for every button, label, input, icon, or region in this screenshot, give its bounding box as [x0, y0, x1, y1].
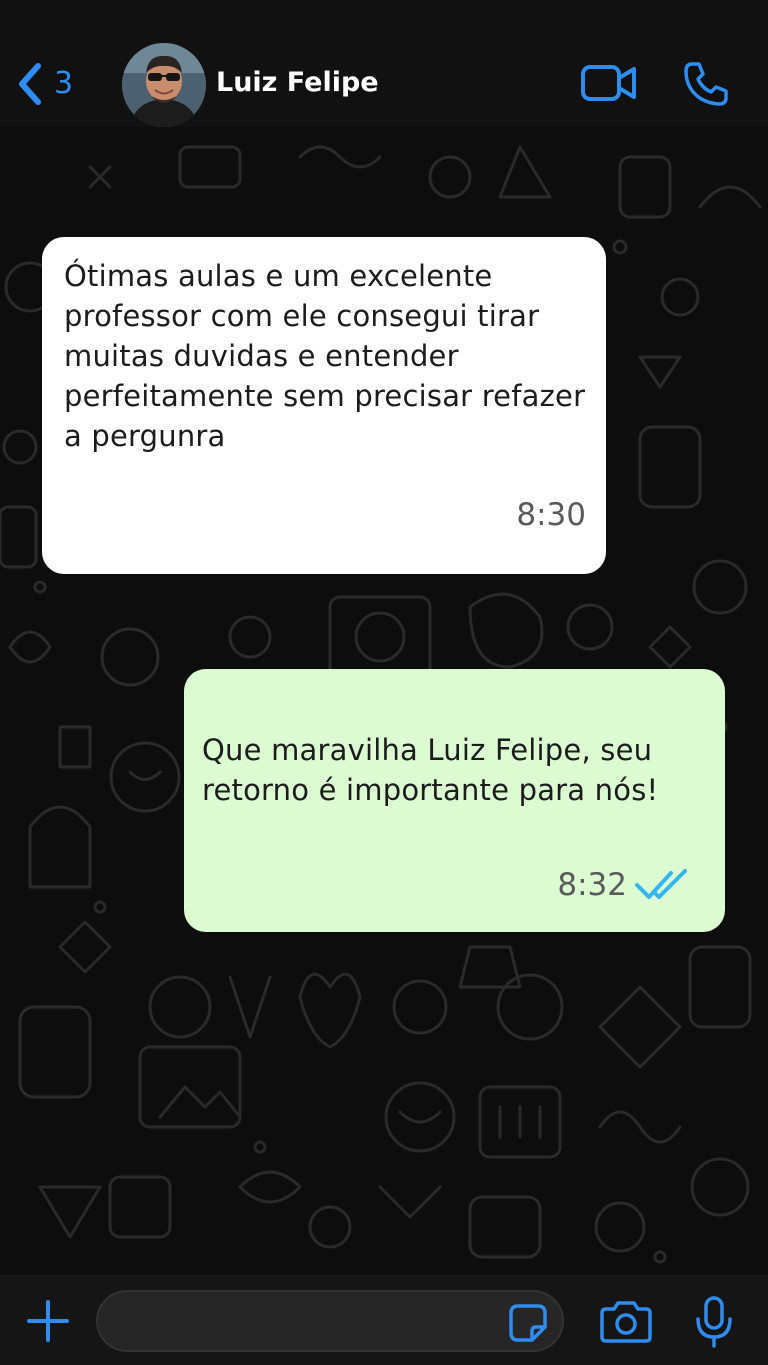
back-button[interactable]: 3	[14, 60, 73, 108]
phone-icon[interactable]	[682, 60, 730, 108]
contact-name[interactable]: Luiz Felipe	[216, 64, 379, 102]
message-text: Que maravilha Luiz Felipe, seu retorno é…	[202, 733, 659, 807]
chevron-left-icon	[19, 63, 41, 105]
avatar[interactable]	[122, 43, 206, 127]
chat-header: 3 Luiz Felipe	[0, 0, 768, 127]
compose-bar	[0, 1275, 768, 1365]
message-time: 8:32	[557, 867, 627, 903]
camera-icon[interactable]	[600, 1299, 652, 1343]
message-text: Ótimas aulas e um excelente professor co…	[64, 259, 586, 453]
message-input[interactable]	[96, 1290, 564, 1352]
unread-count: 3	[54, 66, 74, 101]
plus-icon[interactable]	[26, 1299, 70, 1343]
read-receipt-icon	[635, 869, 687, 899]
sticker-icon[interactable]	[508, 1303, 548, 1343]
message-time: 8:30	[516, 497, 586, 533]
outgoing-message[interactable]: Que maravilha Luiz Felipe, seu retorno é…	[184, 669, 725, 932]
microphone-icon[interactable]	[694, 1295, 734, 1349]
video-call-icon[interactable]	[580, 62, 638, 104]
incoming-message[interactable]: Ótimas aulas e um excelente professor co…	[42, 237, 606, 574]
chat-area[interactable]: Ótimas aulas e um excelente professor co…	[0, 127, 768, 1275]
